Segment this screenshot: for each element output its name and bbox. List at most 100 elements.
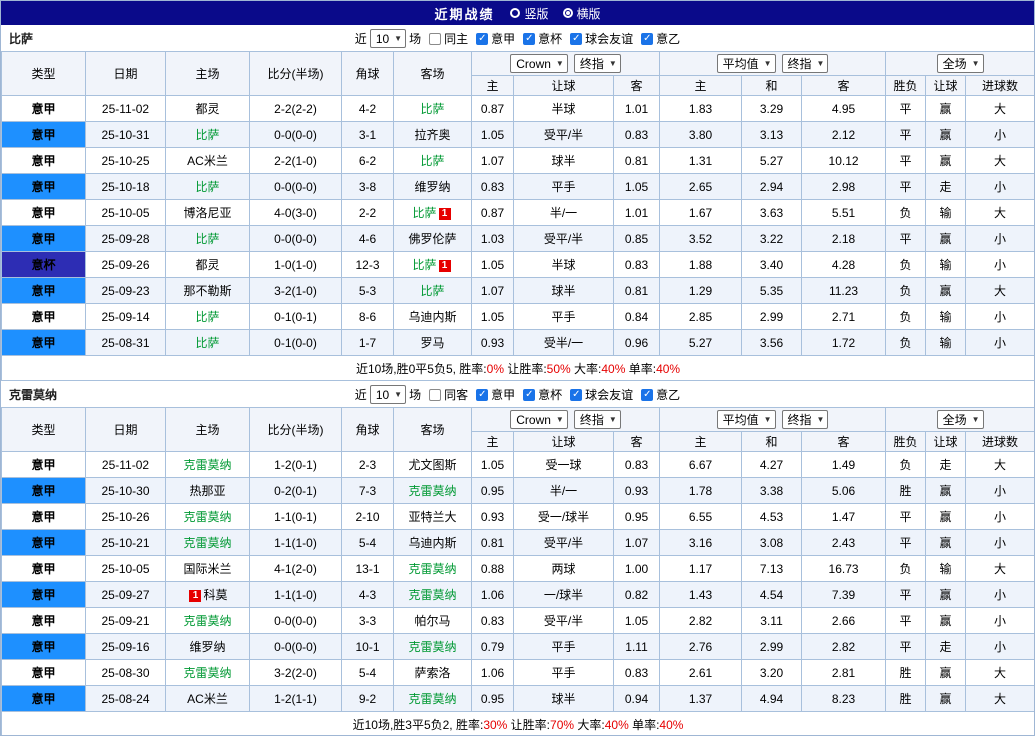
away-team-cell: 乌迪内斯: [393, 303, 472, 330]
checkbox-checked-icon: [476, 32, 489, 45]
home-team-name[interactable]: 维罗纳: [189, 640, 225, 654]
home-team-name[interactable]: AC米兰: [187, 154, 228, 168]
score-cell: 4-0(3-0): [249, 199, 342, 226]
away-team-name[interactable]: 比萨: [420, 284, 444, 298]
home-team-name[interactable]: 比萨: [195, 128, 219, 142]
result-cell: 负: [885, 451, 927, 478]
date-cell: 25-08-24: [85, 685, 166, 712]
away-team-name[interactable]: 比萨: [420, 154, 444, 168]
away-team-name[interactable]: 克雷莫纳: [408, 692, 456, 706]
away-team-name[interactable]: 克雷莫纳: [408, 484, 456, 498]
away-team-name[interactable]: 克雷莫纳: [408, 640, 456, 654]
odds-final-select-value: 终指: [579, 56, 604, 71]
avg-away-cell: 2.98: [801, 173, 887, 200]
filter-checkbox-3[interactable]: 球会友谊: [570, 30, 633, 47]
odds-final-select[interactable]: 终指 ▼: [573, 53, 621, 73]
away-team-name[interactable]: 比萨: [420, 102, 444, 116]
match-row: 意甲 25-10-26 克雷莫纳 1-1(0-1) 2-10 亚特兰大 0.93 受一/球半 0…: [1, 503, 1034, 530]
filter-checkbox-2[interactable]: 意杯: [523, 30, 562, 47]
filter-checkbox-1[interactable]: 意甲: [476, 386, 515, 403]
league-type-cell: 意甲: [1, 277, 86, 304]
home-team-name[interactable]: 克雷莫纳: [183, 666, 231, 680]
filter-checkbox-0[interactable]: 同客: [429, 386, 468, 403]
odds-home-cell: 0.93: [471, 503, 514, 530]
home-team-name[interactable]: 比萨: [195, 232, 219, 246]
home-team-name[interactable]: 克雷莫纳: [183, 458, 231, 472]
odds-source-select[interactable]: Crown ▼: [510, 410, 568, 430]
avg-final-select[interactable]: 终指 ▼: [781, 410, 829, 429]
goals-cell: 大: [965, 659, 1034, 686]
away-team-name[interactable]: 维罗纳: [414, 180, 450, 194]
home-team-name[interactable]: 国际米兰: [183, 562, 231, 576]
away-team-name[interactable]: 亚特兰大: [408, 510, 456, 524]
match-scope-select[interactable]: 全场 ▼: [936, 410, 984, 429]
home-team-name[interactable]: 博洛尼亚: [183, 206, 231, 220]
away-team-name[interactable]: 拉齐奥: [414, 128, 450, 142]
away-team-name[interactable]: 比萨: [412, 206, 436, 220]
home-team-name[interactable]: 比萨: [195, 310, 219, 324]
away-team-name[interactable]: 比萨: [412, 258, 436, 272]
away-team-name[interactable]: 萨索洛: [414, 666, 450, 680]
checkbox-checked-icon: [570, 32, 583, 45]
away-team-name[interactable]: 克雷莫纳: [408, 562, 456, 576]
away-team-name[interactable]: 帕尔马: [414, 614, 450, 628]
league-type-cell: 意甲: [1, 607, 86, 634]
date-cell: 25-09-14: [85, 303, 166, 330]
away-team-name[interactable]: 乌迪内斯: [408, 536, 456, 550]
handicap-cell: 一/球半: [513, 581, 614, 608]
away-team-name[interactable]: 罗马: [420, 336, 444, 350]
home-team-name[interactable]: 科莫: [203, 588, 227, 602]
odds-away-cell: 1.05: [612, 607, 661, 634]
away-team-name[interactable]: 尤文图斯: [408, 458, 456, 472]
match-row: 意甲 25-08-24 AC米兰 1-2(1-1) 9-2 克雷莫纳 0.95 球半 0.94 1…: [1, 685, 1034, 712]
home-team-name[interactable]: AC米兰: [187, 692, 228, 706]
home-team-name[interactable]: 克雷莫纳: [183, 510, 231, 524]
match-row: 意甲 25-09-28 比萨 0-0(0-0) 4-6 佛罗伦萨 1.03 受平/半 0.85 3…: [1, 225, 1034, 252]
avg-away-cell: 1.47: [801, 503, 887, 530]
league-type-cell: 意甲: [1, 633, 86, 660]
home-team-name[interactable]: 克雷莫纳: [183, 536, 231, 550]
avg-draw-cell: 5.35: [741, 277, 803, 304]
home-team-name[interactable]: 比萨: [195, 180, 219, 194]
radio-vertical-layout[interactable]: 竖版: [510, 5, 549, 22]
radio-horizontal-layout[interactable]: 横版: [562, 5, 601, 22]
odds-home-cell: 0.95: [471, 685, 514, 712]
odds-away-cell: 1.01: [612, 199, 661, 226]
match-scope-select[interactable]: 全场 ▼: [936, 54, 984, 73]
matches-table: 类型 日期 主场 比分(半场) 角球 客场 Crown ▼ 终指 ▼ 平均值 ▼ 终指 ▼ 全场 ▼ 主让球客主…: [1, 51, 1034, 381]
home-team-name[interactable]: 那不勒斯: [183, 284, 231, 298]
home-team-name[interactable]: 克雷莫纳: [183, 614, 231, 628]
odds-source-select[interactable]: Crown ▼: [510, 54, 568, 74]
filter-checkbox-4[interactable]: 意乙: [641, 386, 680, 403]
avg-final-select[interactable]: 终指 ▼: [781, 54, 829, 73]
filter-checkbox-3[interactable]: 球会友谊: [570, 386, 633, 403]
away-team-name[interactable]: 乌迪内斯: [408, 310, 456, 324]
away-team-name[interactable]: 克雷莫纳: [408, 588, 456, 602]
filter-checkbox-1[interactable]: 意甲: [476, 30, 515, 47]
team-name: 比萨: [9, 32, 34, 46]
sub-header-goals: 进球数: [965, 75, 1034, 96]
avg-source-select[interactable]: 平均值 ▼: [716, 410, 776, 429]
goals-cell: 小: [965, 303, 1034, 330]
avg-away-cell: 10.12: [801, 147, 887, 174]
date-cell: 25-09-27: [85, 581, 166, 608]
filter-checkbox-2[interactable]: 意杯: [523, 386, 562, 403]
home-team-name[interactable]: 比萨: [195, 336, 219, 350]
goals-cell: 大: [965, 555, 1034, 582]
handicap-cell: 半/一: [513, 477, 614, 504]
match-row: 意甲 25-08-30 克雷莫纳 3-2(2-0) 5-4 萨索洛 1.06 平手 0.83 2.…: [1, 659, 1034, 686]
filter-checkbox-4[interactable]: 意乙: [641, 30, 680, 47]
goals-cell: 小: [965, 329, 1034, 356]
home-team-name[interactable]: 都灵: [195, 258, 219, 272]
avg-source-select[interactable]: 平均值 ▼: [716, 54, 776, 73]
handicap-result-cell: 赢: [925, 277, 967, 304]
odds-home-cell: 1.07: [471, 277, 514, 304]
games-count-select[interactable]: 10 ▼: [369, 385, 407, 404]
odds-final-select[interactable]: 终指 ▼: [573, 409, 621, 429]
filter-checkbox-0[interactable]: 同主: [429, 30, 468, 47]
home-team-name[interactable]: 热那亚: [189, 484, 225, 498]
home-team-name[interactable]: 都灵: [195, 102, 219, 116]
games-count-select[interactable]: 10 ▼: [369, 29, 407, 48]
away-team-name[interactable]: 佛罗伦萨: [408, 232, 456, 246]
goals-cell: 大: [965, 277, 1034, 304]
